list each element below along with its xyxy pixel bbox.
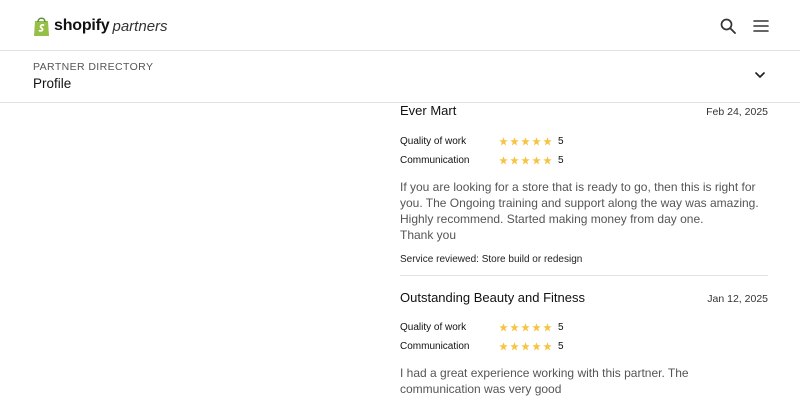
star-icon bbox=[543, 323, 552, 332]
rating-row: Quality of work 5 bbox=[400, 318, 768, 337]
star-rating bbox=[499, 342, 552, 351]
shopify-bag-icon bbox=[34, 16, 49, 36]
rating-row: Quality of work 5 bbox=[400, 132, 768, 151]
review-date: Feb 24, 2025 bbox=[706, 106, 768, 118]
star-rating bbox=[499, 323, 552, 332]
reviewer-name: Ever Mart bbox=[400, 103, 457, 118]
brand-name: shopify bbox=[54, 17, 110, 34]
star-rating bbox=[499, 156, 552, 165]
section-eyebrow: PARTNER DIRECTORY bbox=[33, 61, 154, 73]
review-item: Ever Mart Feb 24, 2025 Quality of work 5… bbox=[400, 103, 768, 275]
star-rating bbox=[499, 137, 552, 146]
rating-value: 5 bbox=[558, 155, 564, 166]
shopify-partners-logo[interactable]: shopify partners bbox=[33, 14, 168, 38]
service-reviewed: Service reviewed: Store build or redesig… bbox=[400, 254, 583, 265]
star-icon bbox=[510, 323, 519, 332]
page-title: Profile bbox=[33, 76, 72, 91]
top-navigation-bar: shopify partners bbox=[0, 0, 800, 51]
star-icon bbox=[521, 342, 530, 351]
review-item: Outstanding Beauty and Fitness Jan 12, 2… bbox=[400, 275, 768, 397]
star-icon bbox=[499, 156, 508, 165]
review-text: If you are looking for a store that is r… bbox=[400, 179, 768, 243]
star-icon bbox=[510, 137, 519, 146]
partner-directory-bar[interactable]: PARTNER DIRECTORY Profile bbox=[0, 51, 800, 103]
star-icon bbox=[521, 323, 530, 332]
rating-row: Communication 5 bbox=[400, 337, 768, 356]
star-icon bbox=[532, 137, 541, 146]
rating-label: Communication bbox=[400, 341, 470, 352]
brand-suffix: partners bbox=[112, 17, 168, 35]
review-text: I had a great experience working with th… bbox=[400, 365, 768, 397]
star-icon bbox=[543, 156, 552, 165]
star-icon bbox=[532, 156, 541, 165]
rating-row: Communication 5 bbox=[400, 151, 768, 170]
review-paragraph: If you are looking for a store that is r… bbox=[400, 180, 759, 226]
star-icon bbox=[510, 156, 519, 165]
menu-icon[interactable] bbox=[751, 16, 771, 36]
star-icon bbox=[510, 342, 519, 351]
reviewer-name: Outstanding Beauty and Fitness bbox=[400, 290, 586, 305]
star-icon bbox=[499, 323, 508, 332]
star-icon bbox=[532, 323, 541, 332]
chevron-down-icon[interactable] bbox=[753, 68, 767, 82]
rating-label: Quality of work bbox=[400, 136, 467, 147]
star-icon bbox=[543, 137, 552, 146]
star-icon bbox=[499, 342, 508, 351]
review-date: Jan 12, 2025 bbox=[707, 293, 768, 305]
review-paragraph: Thank you bbox=[400, 228, 457, 242]
review-paragraph: I had a great experience working with th… bbox=[400, 366, 689, 396]
star-icon bbox=[521, 137, 530, 146]
search-icon[interactable] bbox=[718, 16, 738, 36]
rating-label: Quality of work bbox=[400, 322, 467, 333]
star-icon bbox=[543, 342, 552, 351]
rating-value: 5 bbox=[558, 341, 564, 352]
reviews-list: Ever Mart Feb 24, 2025 Quality of work 5… bbox=[400, 103, 768, 397]
rating-value: 5 bbox=[558, 322, 564, 333]
star-icon bbox=[532, 342, 541, 351]
rating-label: Communication bbox=[400, 155, 470, 166]
star-icon bbox=[499, 137, 508, 146]
rating-value: 5 bbox=[558, 136, 564, 147]
star-icon bbox=[521, 156, 530, 165]
